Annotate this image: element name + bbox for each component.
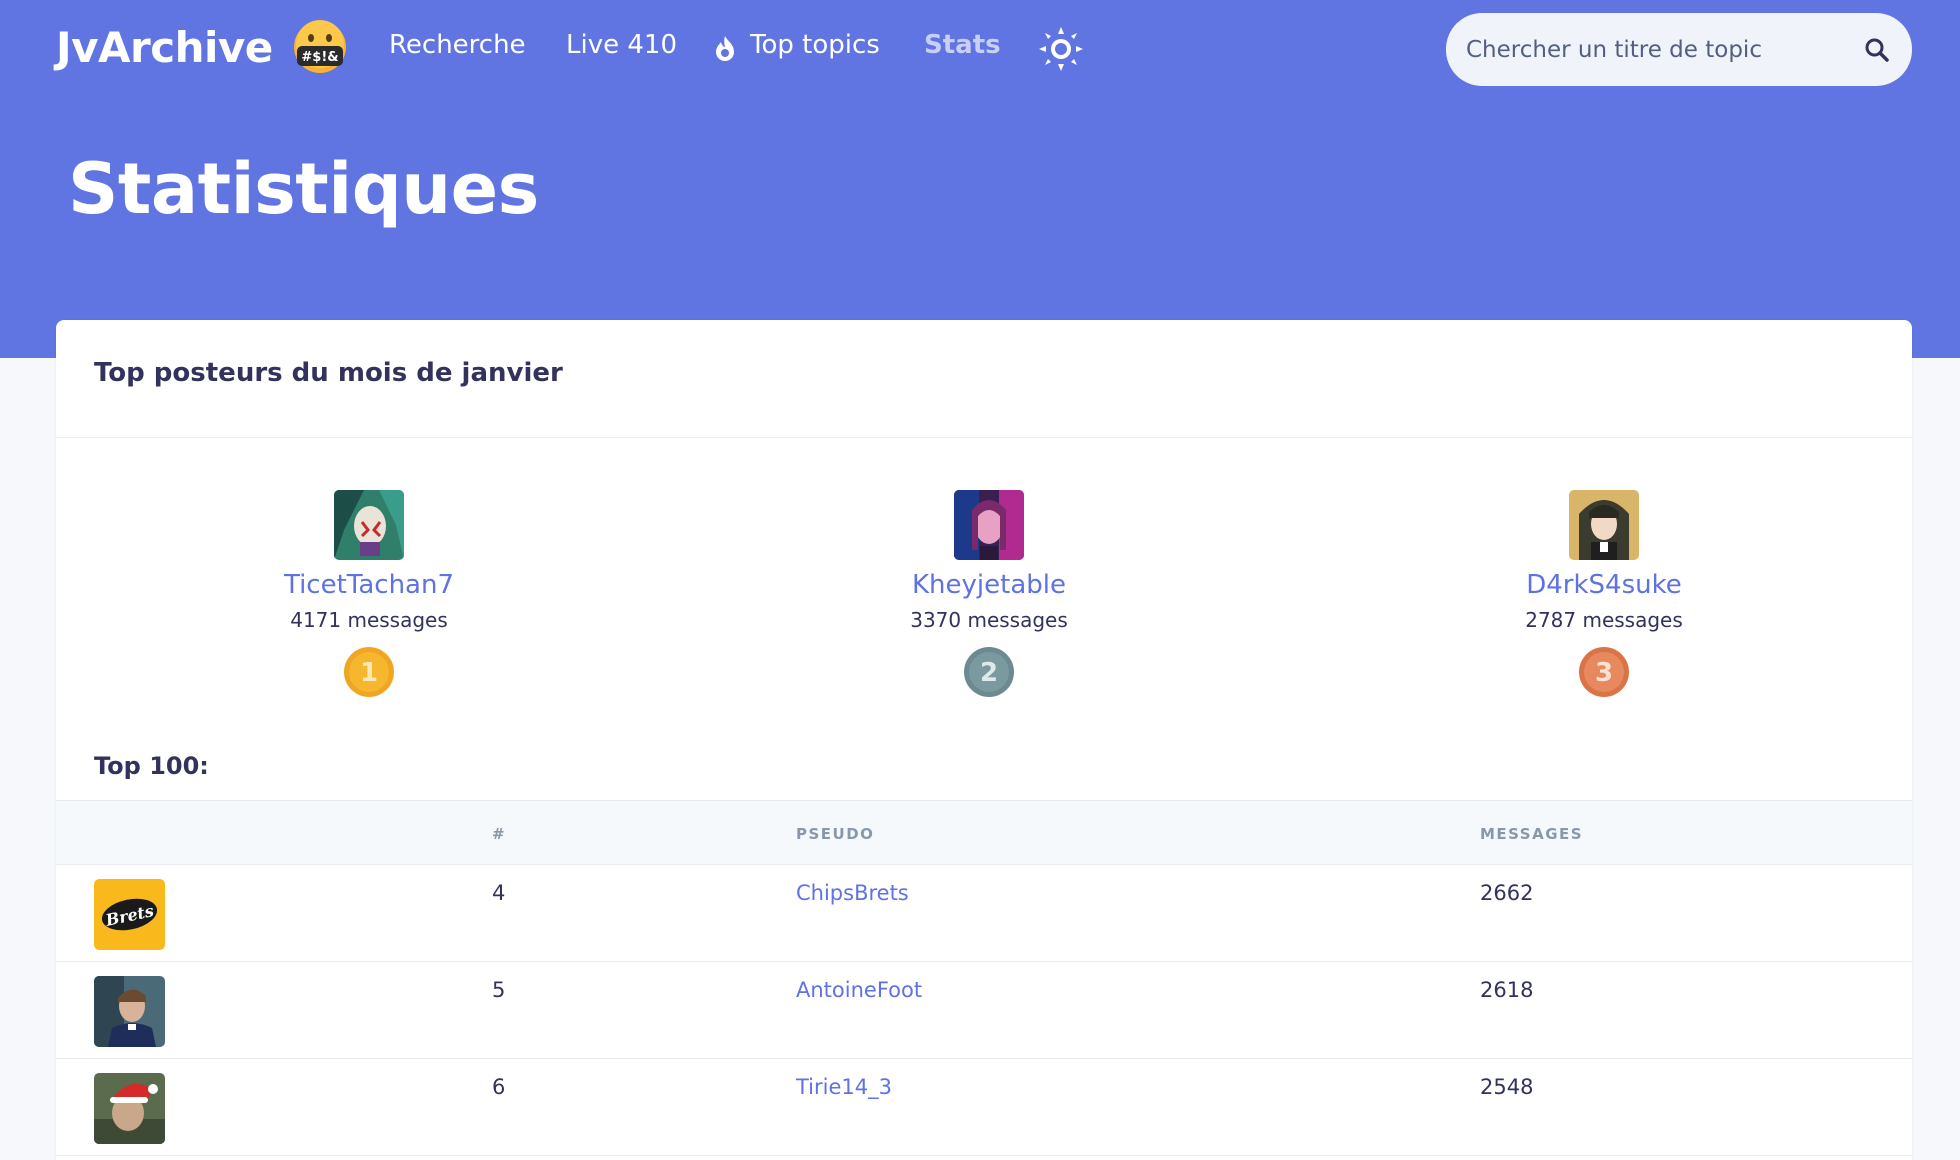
row-pseudo-link[interactable]: Tirie14_3 bbox=[796, 1075, 892, 1099]
row-rank: 5 bbox=[492, 978, 506, 1002]
search-input[interactable] bbox=[1466, 36, 1846, 63]
table-row: Brets 4 ChipsBrets 2662 bbox=[56, 865, 1912, 962]
podium-message-count: 3370 messages bbox=[910, 608, 1068, 632]
column-header-messages[interactable]: MESSAGES bbox=[1480, 825, 1583, 843]
avatar[interactable] bbox=[94, 1073, 165, 1144]
row-messages: 2662 bbox=[1480, 881, 1534, 905]
row-rank: 6 bbox=[492, 1075, 506, 1099]
table-row: 5 AntoineFoot 2618 bbox=[56, 962, 1912, 1059]
row-pseudo-link[interactable]: AntoineFoot bbox=[796, 978, 922, 1002]
nav-link-top-topics[interactable]: Top topics bbox=[750, 30, 880, 60]
flame-icon bbox=[716, 36, 734, 61]
top-100-heading: Top 100: bbox=[94, 752, 209, 780]
swearing-face-icon: #$!& bbox=[293, 20, 347, 74]
row-rank: 4 bbox=[492, 881, 506, 905]
nav-link-live-410[interactable]: Live 410 bbox=[566, 30, 677, 60]
table-header: # PSEUDO MESSAGES bbox=[56, 800, 1912, 865]
column-header-rank[interactable]: # bbox=[492, 825, 506, 843]
nav-link-recherche[interactable]: Recherche bbox=[389, 30, 526, 60]
bronze-medal-icon: 3 bbox=[1579, 647, 1629, 697]
brand-name: JvArchive bbox=[56, 22, 273, 72]
search-bar bbox=[1446, 13, 1912, 86]
podium-message-count: 2787 messages bbox=[1525, 608, 1683, 632]
search-icon[interactable] bbox=[1864, 37, 1890, 63]
column-header-pseudo[interactable]: PSEUDO bbox=[796, 825, 874, 843]
stats-card: Top posteurs du mois de janvier TicetTac… bbox=[56, 320, 1912, 1160]
card-header: Top posteurs du mois de janvier bbox=[56, 320, 1912, 438]
card-title: Top posteurs du mois de janvier bbox=[94, 358, 563, 388]
theme-toggle-sun-icon[interactable] bbox=[1038, 26, 1084, 72]
podium-third: D4rkS4suke 2787 messages 3 bbox=[1454, 490, 1754, 698]
nav-link-stats[interactable]: Stats bbox=[924, 30, 1001, 60]
podium-pseudo-link[interactable]: D4rkS4suke bbox=[1526, 570, 1682, 600]
brand-logo[interactable]: JvArchive #$!& bbox=[56, 20, 347, 74]
medal-rank: 1 bbox=[360, 658, 378, 688]
medal-rank: 3 bbox=[1595, 658, 1613, 688]
row-messages: 2548 bbox=[1480, 1075, 1534, 1099]
top-navbar: JvArchive #$!& Recherche Live 410 Top to… bbox=[0, 0, 1960, 98]
gold-medal-icon: 1 bbox=[344, 647, 394, 697]
page-title: Statistiques bbox=[68, 148, 539, 230]
podium-pseudo-link[interactable]: TicetTachan7 bbox=[284, 570, 454, 600]
brand-badge-text: #$!& bbox=[301, 50, 338, 65]
avatar[interactable] bbox=[94, 976, 165, 1047]
row-pseudo-link[interactable]: ChipsBrets bbox=[796, 881, 909, 905]
medal-rank: 2 bbox=[980, 658, 998, 688]
podium-pseudo-link[interactable]: Kheyjetable bbox=[912, 570, 1066, 600]
silver-medal-icon: 2 bbox=[964, 647, 1014, 697]
avatar[interactable] bbox=[954, 490, 1024, 560]
avatar[interactable]: Brets bbox=[94, 879, 165, 950]
table-row: 6 Tirie14_3 2548 bbox=[56, 1059, 1912, 1156]
podium-message-count: 4171 messages bbox=[290, 608, 448, 632]
avatar[interactable] bbox=[334, 490, 404, 560]
podium-second: Kheyjetable 3370 messages 2 bbox=[839, 490, 1139, 698]
podium-first: TicetTachan7 4171 messages 1 bbox=[219, 490, 519, 698]
avatar[interactable] bbox=[1569, 490, 1639, 560]
row-messages: 2618 bbox=[1480, 978, 1534, 1002]
